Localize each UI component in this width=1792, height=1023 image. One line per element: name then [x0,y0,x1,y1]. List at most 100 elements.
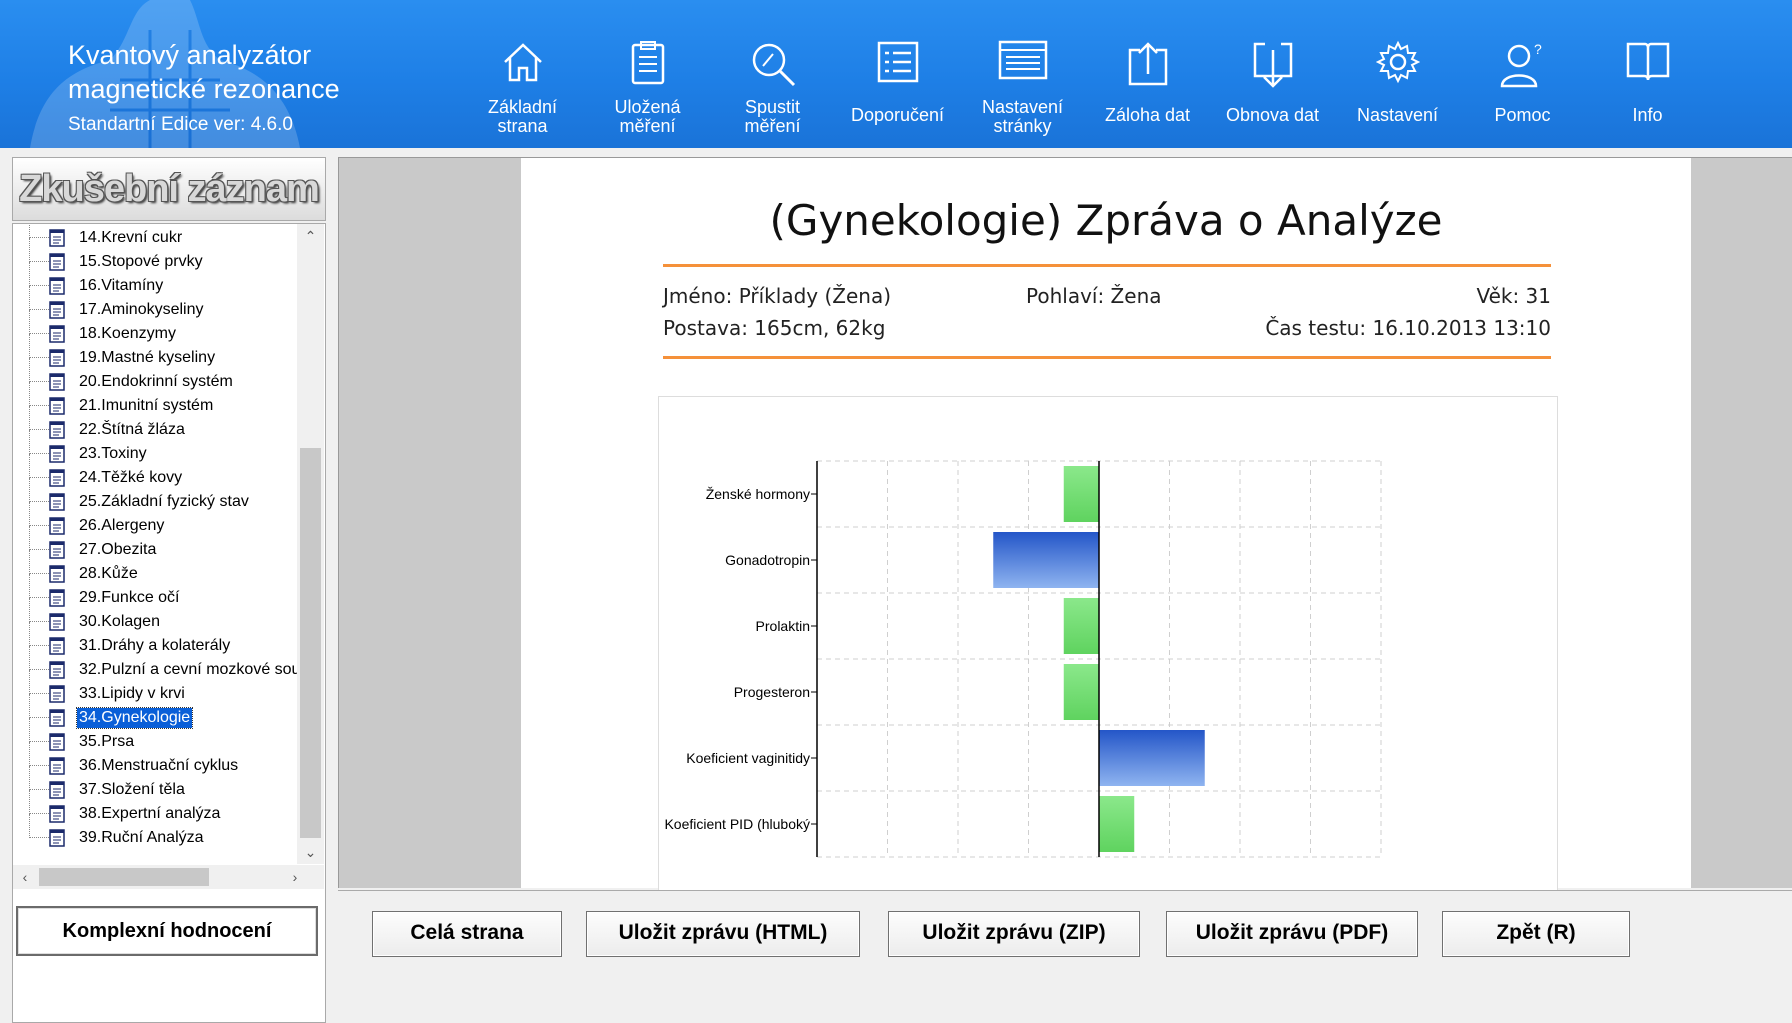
tree-item-label: 27.Obezita [79,541,157,558]
main-toolbar: Základní strana Uložená měření Spustit měře… [460,0,1710,148]
home-icon [503,43,542,82]
tree-connector [29,526,30,550]
document-icon [49,829,65,847]
toolbar-label: Nastavení [1356,105,1439,125]
document-icon [49,541,65,559]
tree-item-label: 20.Endokrinní systém [79,373,233,390]
tree-connector [29,742,30,766]
analysis-chart: Ženské hormony Gonadotropin Prolaktin Proge… [658,396,1558,898]
scroll-thumb[interactable] [300,448,321,838]
tree-item[interactable]: 30.Kolagen [13,598,297,634]
scroll-down-icon[interactable]: ⌄ [297,840,324,864]
complex-evaluation-button[interactable]: Komplexní hodnocení [16,906,318,956]
toolbar-settings-button[interactable]: Nastavení [1335,0,1460,148]
tree-item-label: 36.Menstruační cyklus [79,757,239,774]
tree-vertical-scrollbar[interactable]: ⌃ ⌄ [297,224,324,864]
tree-item[interactable]: 38.Expertní analýza [13,790,297,826]
toolbar-saved-measurements-button[interactable]: Uložená měření [585,0,710,148]
toolbar-label: Doporučení [850,105,945,125]
tree-connector [29,478,30,502]
report-title: (Gynekologie) Zpráva o Analýze [769,196,1443,245]
document-icon [49,733,65,751]
tree-connector [29,334,30,358]
brand-line-2: magnetické rezonance [68,74,340,104]
tree-item-label: 34.Gynekologie [75,707,194,729]
save-html-button[interactable]: Uložit zprávu (HTML) [586,911,860,957]
download-icon [1253,42,1292,88]
toolbar-label: Základní [487,97,558,117]
tree-item[interactable]: 29.Funkce očí [13,574,297,610]
toolbar-backup-button[interactable]: Záloha dat [1085,0,1210,148]
report-viewer[interactable]: (Gynekologie) Zpráva o Analýze Jméno: Př… [338,157,1792,898]
tree-item[interactable]: 37.Složení těla [13,766,297,802]
tree-item[interactable]: 25.Základní fyzický stav [13,478,297,514]
tree-item[interactable]: 35.Prsa [13,718,297,754]
tree-item-label: 38.Expertní analýza [79,805,221,822]
document-icon [49,229,65,247]
tree-item[interactable]: 14.Krevní cukr [13,224,297,250]
toolbar-label: Uložená [614,97,681,117]
chart-bar [1099,730,1205,786]
report-page: (Gynekologie) Zpráva o Analýze Jméno: Př… [521,158,1691,898]
save-pdf-button[interactable]: Uložit zprávu (PDF) [1166,911,1418,957]
tree-item[interactable]: 16.Vitamíny [13,262,297,298]
svg-text:?: ? [1534,41,1542,57]
tree-item[interactable]: 26.Alergeny [13,502,297,538]
app-header: Kvantový analyzátor magnetické rezonance… [0,0,1792,148]
tree-item[interactable]: 33.Lipidy v krvi [13,670,297,706]
tree-item[interactable]: 20.Endokrinní systém [13,358,297,394]
tree-item[interactable]: 36.Menstruační cyklus [13,742,297,778]
tree-connector [29,718,30,742]
toolbar-start-measurement-button[interactable]: Spustit měření [710,0,835,148]
scroll-up-icon[interactable]: ⌃ [297,224,324,248]
back-button[interactable]: Zpět (R) [1442,911,1630,957]
tree-item[interactable]: 28.Kůže [13,550,297,586]
toolbar-label: měření [744,116,801,136]
tree-item[interactable]: 18.Koenzymy [13,310,297,346]
tree-item[interactable]: 39.Ruční Analýza [13,814,297,850]
y-tick-label: Ženské hormony [706,486,810,502]
tree-item[interactable]: 34.Gynekologie [13,694,297,730]
toolbar-restore-button[interactable]: Obnova dat [1210,0,1335,148]
tree-item[interactable]: 24.Těžké kovy [13,454,297,490]
record-panel-title: Zkušební záznam [12,157,326,221]
full-page-button[interactable]: Celá strana [372,911,562,957]
tree-item-label: 33.Lipidy v krvi [79,685,185,702]
tree-item-label: 23.Toxiny [79,445,147,462]
toolbar-home-button[interactable]: Základní strana [460,0,585,148]
tree-item[interactable]: 17.Aminokyseliny [13,286,297,322]
tree-connector [29,694,30,718]
toolbar-help-button[interactable]: ? Pomoc [1460,0,1585,148]
tree-item[interactable]: 15.Stopové prvky [13,238,297,274]
tree-item[interactable]: 19.Mastné kyseliny [13,334,297,370]
toolbar-info-button[interactable]: Info [1585,0,1710,148]
tree-item-label: 35.Prsa [79,733,135,750]
tree-item[interactable]: 27.Obezita [13,526,297,562]
version-label: Standartní Edice ver: 4.6.0 [68,114,293,135]
scroll-left-icon[interactable]: ‹ [13,865,37,889]
toolbar-recommendations-button[interactable]: Doporučení [835,0,960,148]
scroll-right-icon[interactable]: › [283,865,307,889]
document-icon [49,445,65,463]
save-zip-button[interactable]: Uložit zprávu (ZIP) [888,911,1140,957]
toolbar-page-settings-button[interactable]: Nastavení stránky [960,0,1085,148]
tree-item[interactable]: 31.Dráhy a kolaterály [13,622,297,658]
document-icon [49,805,65,823]
scroll-thumb[interactable] [39,868,209,886]
tree-item[interactable]: 32.Pulzní a cevní mozkové sou [13,646,297,682]
record-tree-list: 14.Krevní cukr 15.Stopové prvky 16.Vitamín… [13,224,297,884]
tree-item-label: 16.Vitamíny [79,277,164,294]
document-icon [49,685,65,703]
toolbar-label: stránky [993,116,1052,136]
tree-item[interactable]: 22.Štítná žláza [13,406,297,442]
tree-item[interactable]: 21.Imunitní systém [13,382,297,418]
tree-connector [29,358,30,382]
tree-item[interactable]: 23.Toxiny [13,430,297,466]
toolbar-label: Nastavení [981,97,1064,117]
help-user-icon: ? [1500,41,1542,88]
tree-connector [29,670,30,694]
toolbar-label: Pomoc [1494,105,1551,125]
record-panel-title-text: Zkušební záznam [19,168,320,210]
tree-horizontal-scrollbar[interactable]: ‹ › [13,865,324,889]
tree-item-label: 21.Imunitní systém [79,397,214,414]
